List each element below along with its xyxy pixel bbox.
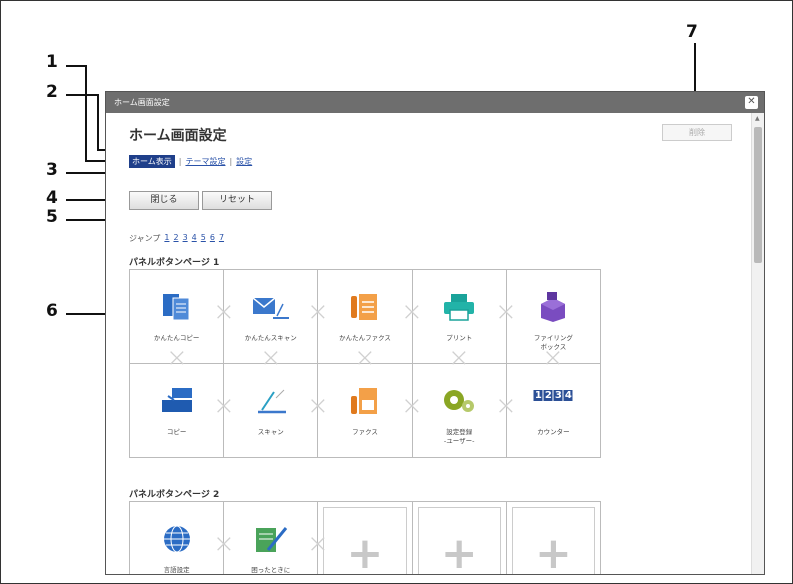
home-screen-settings-dialog: ホーム画面設定 ✕ ホーム画面設定 削除 ホーム表示 | テーマ設定 | 設定 … — [105, 91, 765, 575]
callout-2-line-h — [66, 94, 98, 96]
callout-6: 6 — [46, 301, 58, 321]
reset-button[interactable]: リセット — [202, 191, 272, 210]
panel-page-2-title: パネルボタンページ 2 — [129, 490, 220, 500]
jump-link-6[interactable]: 6 — [210, 233, 215, 244]
dialog-title: ホーム画面設定 — [114, 98, 170, 107]
callout-5: 5 — [46, 207, 58, 227]
vertical-scrollbar[interactable]: ▲ — [751, 113, 764, 574]
panel-button-label: かんたんコピー — [153, 334, 200, 342]
print-icon — [444, 294, 475, 321]
swap-x-icon[interactable]: × — [401, 391, 423, 421]
panel-button-label: 言語設定 — [163, 566, 190, 574]
callout-1-line-v — [85, 65, 87, 161]
panel-button-label: かんたんスキャン — [244, 334, 297, 342]
jump-link-3[interactable]: 3 — [183, 233, 188, 244]
jump-link-2[interactable]: 2 — [173, 233, 178, 244]
tab-home-display[interactable]: ホーム表示 — [129, 155, 175, 168]
counter-digit: 2 — [543, 390, 553, 401]
callout-1-line-h — [66, 65, 86, 67]
tab-settings[interactable]: 設定 — [236, 156, 252, 167]
jump-link-5[interactable]: 5 — [201, 233, 206, 244]
swap-x-icon[interactable]: × — [213, 297, 235, 327]
callout-2: 2 — [46, 82, 58, 102]
tab-separator: | — [178, 157, 182, 166]
easy-copy-icon — [162, 294, 190, 321]
counter-digit: 3 — [553, 390, 563, 401]
panel-button-label: かんたんファクス — [339, 334, 391, 342]
dialog-content: ホーム画面設定 削除 ホーム表示 | テーマ設定 | 設定 閉じる リセット ジ… — [106, 113, 753, 575]
empty-slot[interactable]: + — [318, 502, 412, 575]
dialog-titlebar: ホーム画面設定 ✕ — [106, 92, 764, 113]
swap-x-icon[interactable]: × — [495, 297, 517, 327]
panel-button-scan[interactable]: スキャン — [224, 364, 318, 457]
filing-box-icon — [541, 292, 566, 322]
easy-scan-icon — [252, 297, 289, 319]
panel-page-2-grid: 言語設定 困ったときに 画面で調べる + + + — [129, 501, 601, 575]
scan-icon — [257, 389, 286, 414]
panel-button-label: 困ったときに 画面で調べる — [251, 566, 291, 574]
counter-digit: 4 — [563, 390, 573, 401]
scroll-up-icon[interactable]: ▲ — [755, 115, 760, 122]
help-icon — [255, 527, 287, 552]
callout-2-line-v — [97, 94, 99, 150]
jump-nav: ジャンプ 1 2 3 4 5 6 7 — [129, 233, 224, 244]
counter-digit: 1 — [533, 390, 543, 401]
tab-theme-settings[interactable]: テーマ設定 — [185, 156, 225, 167]
empty-slot[interactable]: + — [412, 502, 506, 575]
callout-3: 3 — [46, 160, 58, 180]
panel-button-counter[interactable]: 1 2 3 4 カウンター — [506, 364, 600, 457]
fax-icon — [350, 388, 377, 414]
panel-button-label: カウンター — [537, 428, 570, 436]
close-icon[interactable]: ✕ — [745, 96, 758, 109]
swap-x-icon[interactable]: × — [307, 391, 329, 421]
jump-link-4[interactable]: 4 — [192, 233, 197, 244]
panel-button-language[interactable]: 言語設定 — [130, 502, 224, 574]
panel-button-label: スキャン — [257, 428, 284, 436]
plus-icon: + — [534, 528, 572, 575]
swap-x-icon[interactable]: × — [401, 297, 423, 327]
jump-link-7[interactable]: 7 — [219, 233, 224, 244]
callout-4: 4 — [46, 188, 58, 208]
swap-x-icon[interactable]: × — [213, 529, 235, 559]
tab-separator: | — [229, 157, 233, 166]
panel-button-user-settings[interactable]: 設定登録 -ユーザー- — [412, 364, 506, 457]
gear-icon — [444, 390, 475, 412]
scroll-thumb[interactable] — [754, 127, 762, 263]
jump-label: ジャンプ — [129, 234, 161, 243]
swap-x-icon[interactable]: × — [213, 391, 235, 421]
swap-x-icon[interactable]: × — [495, 391, 517, 421]
panel-button-copy[interactable]: コピー — [130, 364, 224, 457]
swap-x-icon[interactable]: × — [307, 529, 329, 559]
swap-x-icon[interactable]: × — [354, 343, 376, 373]
close-button[interactable]: 閉じる — [129, 191, 199, 210]
swap-x-icon[interactable]: × — [307, 297, 329, 327]
panel-button-help[interactable]: 困ったときに 画面で調べる — [224, 502, 318, 574]
delete-button[interactable]: 削除 — [662, 124, 732, 141]
panel-button-label: プリント — [446, 334, 473, 342]
counter-icon: 1 2 3 4 — [533, 390, 573, 401]
easy-fax-icon — [350, 294, 377, 320]
plus-icon: + — [440, 528, 478, 575]
panel-button-label: ファクス — [352, 428, 378, 436]
panel-button-fax[interactable]: ファクス — [318, 364, 412, 457]
globe-icon — [163, 525, 190, 553]
empty-slot[interactable]: + — [506, 502, 600, 575]
plus-icon: + — [346, 528, 384, 575]
page-title: ホーム画面設定 — [129, 128, 227, 144]
settings-tabs: ホーム表示 | テーマ設定 | 設定 — [129, 155, 252, 168]
panel-button-label: 設定登録 -ユーザー- — [443, 428, 475, 445]
copy-icon — [161, 388, 192, 412]
jump-link-1[interactable]: 1 — [164, 233, 169, 244]
panel-page-1-title: パネルボタンページ 1 — [129, 258, 220, 268]
callout-7: 7 — [686, 22, 698, 42]
callout-1: 1 — [46, 52, 58, 72]
panel-button-label: コピー — [166, 428, 187, 436]
swap-x-icon[interactable]: × — [166, 343, 188, 373]
swap-x-icon[interactable]: × — [260, 343, 282, 373]
swap-x-icon[interactable]: × — [448, 343, 470, 373]
swap-x-icon[interactable]: × — [542, 343, 564, 373]
